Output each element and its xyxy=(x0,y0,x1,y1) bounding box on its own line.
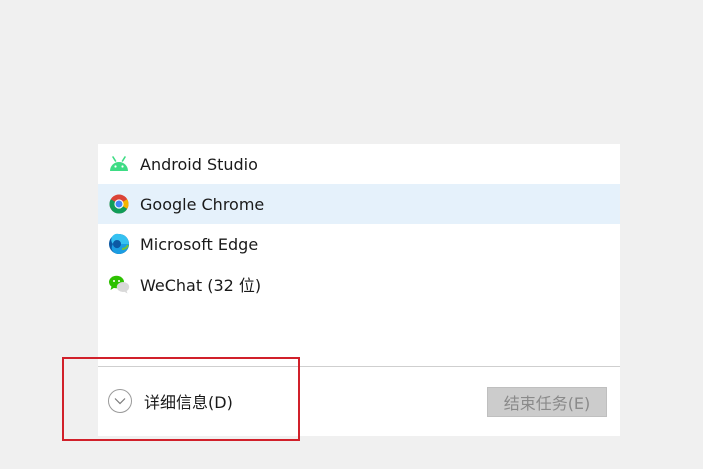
app-item-android-studio[interactable]: Android Studio xyxy=(98,144,620,184)
app-item-microsoft-edge[interactable]: Microsoft Edge xyxy=(98,224,620,264)
app-item-wechat[interactable]: WeChat (32 位) xyxy=(98,264,620,304)
edge-icon xyxy=(108,233,130,255)
app-item-google-chrome[interactable]: Google Chrome xyxy=(98,184,620,224)
footer-bar: 详细信息(D) 结束任务(E) xyxy=(98,367,620,436)
more-details-toggle[interactable]: 详细信息(D) xyxy=(108,389,233,413)
end-task-button[interactable]: 结束任务(E) xyxy=(487,387,607,417)
chevron-down-icon xyxy=(108,389,132,413)
app-name: Microsoft Edge xyxy=(140,234,259,254)
app-name: Google Chrome xyxy=(140,194,265,214)
chrome-icon xyxy=(108,193,130,215)
wechat-icon xyxy=(108,273,130,295)
app-name: Android Studio xyxy=(140,154,258,174)
app-name: WeChat (32 位) xyxy=(140,276,262,295)
android-icon xyxy=(108,153,130,175)
more-details-label: 详细信息(D) xyxy=(144,393,233,412)
app-list: Android Studio Google Chrome Microsoft E… xyxy=(98,144,620,304)
task-manager-panel: Android Studio Google Chrome Microsoft E… xyxy=(98,144,620,436)
